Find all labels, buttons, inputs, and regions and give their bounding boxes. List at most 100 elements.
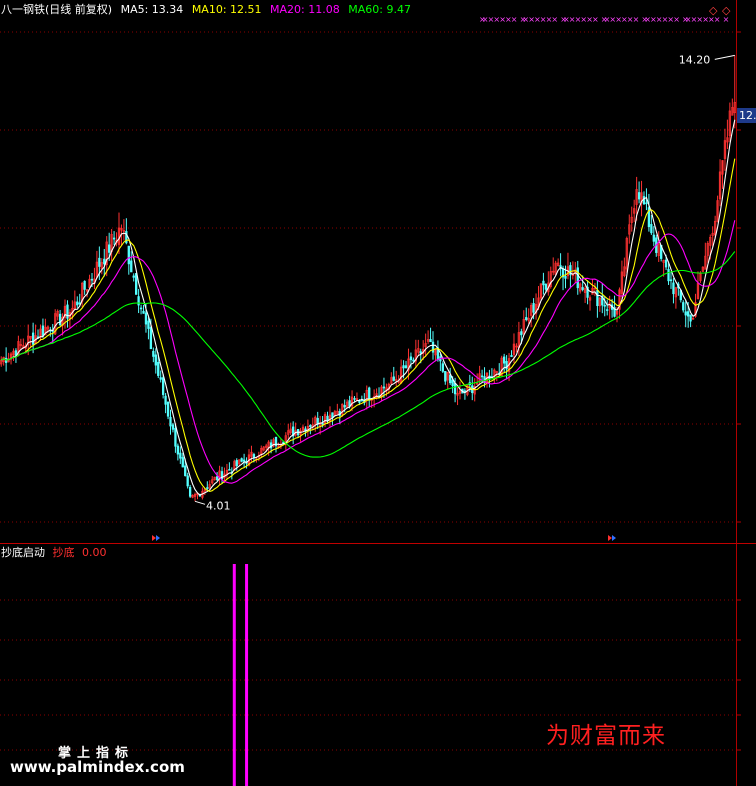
- candle-body: [228, 469, 231, 471]
- candle-body: [181, 457, 184, 468]
- candle-body: [645, 202, 648, 205]
- ma20-label: MA20: 11.08: [270, 3, 340, 16]
- candle-body: [353, 398, 356, 400]
- candle-body: [542, 280, 545, 286]
- candle-body: [689, 314, 692, 322]
- candle-body: [404, 365, 408, 369]
- candle-body: [98, 257, 101, 267]
- ma5-label: MA5: 13.34: [120, 3, 184, 16]
- candle-body: [581, 287, 584, 290]
- candle-body: [112, 237, 116, 240]
- candle-body: [184, 465, 187, 477]
- indicator-name: 抄底启动: [1, 546, 45, 559]
- indicator-header: 抄底启动 抄底 0.00: [1, 546, 111, 559]
- candle-body: [444, 371, 447, 382]
- candle-body: [402, 365, 405, 369]
- candle-body: [412, 359, 415, 362]
- candle-body: [127, 245, 130, 265]
- candle-body: [672, 282, 675, 295]
- candle-body: [326, 415, 329, 421]
- top-marker: ×: [673, 15, 680, 24]
- candle-body: [606, 309, 609, 311]
- candle-body: [343, 405, 346, 408]
- signal-bar: [232, 564, 236, 786]
- diamond-marker: ◇: [722, 4, 731, 17]
- kline-chart[interactable]: 14.204.01×× × × × × × ×× × × × × × ×× × × × × × ×× × × × × × ×× ×…: [0, 0, 756, 786]
- candle-body: [431, 341, 435, 353]
- candle-body: [684, 311, 687, 316]
- stock-title: 八一钢铁(日线 前复权): [1, 3, 113, 16]
- candle-body: [309, 425, 312, 428]
- signal-bar: [245, 564, 249, 786]
- candle-body: [242, 459, 246, 462]
- candle-body: [161, 377, 165, 395]
- candle-body: [409, 356, 413, 361]
- current-price-tag: 12.5: [737, 108, 756, 123]
- candle-body: [142, 310, 145, 314]
- low-pointer: [194, 500, 206, 505]
- candle-body: [176, 445, 180, 455]
- candle-body: [603, 304, 606, 307]
- candle-body: [58, 313, 62, 326]
- candle-body: [171, 424, 175, 430]
- candle-body: [108, 244, 111, 253]
- candle-body: [682, 302, 685, 311]
- candle-body: [652, 234, 655, 242]
- candle-body: [31, 332, 35, 345]
- top-marker: ×: [511, 15, 518, 24]
- candle-body: [132, 275, 135, 278]
- flag-marker: [152, 535, 156, 541]
- candle-body: [137, 296, 140, 306]
- flag-marker: [608, 535, 612, 541]
- candle-body: [429, 339, 432, 343]
- flag-marker: [156, 535, 160, 541]
- candle-body: [188, 487, 192, 497]
- candle-body: [480, 375, 484, 378]
- candle-body: [382, 386, 386, 389]
- candle-body: [564, 276, 567, 279]
- candle-body: [525, 317, 528, 320]
- candle-body: [135, 273, 138, 295]
- candle-body: [576, 267, 579, 289]
- candle-body: [235, 460, 238, 467]
- candle-body: [252, 454, 256, 458]
- candle-body: [544, 283, 548, 290]
- candle-body: [392, 376, 395, 381]
- candle-body: [154, 354, 157, 366]
- candle-body: [358, 400, 361, 403]
- candle-body: [159, 377, 162, 380]
- candle-body: [637, 192, 641, 200]
- candle-body: [130, 260, 133, 273]
- candle-body: [149, 327, 153, 350]
- indicator-series: 抄底: [52, 546, 75, 559]
- candle-body: [650, 224, 653, 234]
- slogan-text: 为财富而来: [546, 723, 666, 749]
- candle-body: [368, 387, 371, 401]
- ma-line-ma10: [0, 158, 736, 492]
- top-marker: ×: [551, 15, 558, 24]
- candle-body: [76, 301, 79, 306]
- candle-body: [441, 363, 444, 372]
- candle-body: [139, 307, 143, 310]
- high-label: 14.20: [679, 53, 711, 66]
- candle-body: [41, 325, 45, 337]
- top-marker: ×: [592, 15, 599, 24]
- ma-line-ma5: [0, 119, 736, 496]
- candle-body: [179, 452, 182, 459]
- candle-body: [596, 290, 599, 307]
- candle-body: [166, 401, 170, 417]
- candle-body: [510, 355, 513, 358]
- candle-body: [90, 278, 94, 281]
- candle-body: [664, 259, 668, 268]
- chart-header: 八一钢铁(日线 前复权) MA5: 13.34 MA10: 12.51 MA20…: [1, 3, 416, 16]
- candle-body: [83, 280, 86, 290]
- low-label: 4.01: [206, 499, 231, 512]
- candle-body: [520, 331, 523, 336]
- candle-body: [321, 423, 324, 425]
- diamond-marker: ◇: [709, 4, 718, 17]
- ma60-label: MA60: 9.47: [348, 3, 411, 16]
- ma10-label: MA10: 12.51: [191, 3, 262, 16]
- candle-body: [667, 268, 670, 282]
- candle-body: [687, 311, 690, 317]
- candle-body: [186, 475, 189, 487]
